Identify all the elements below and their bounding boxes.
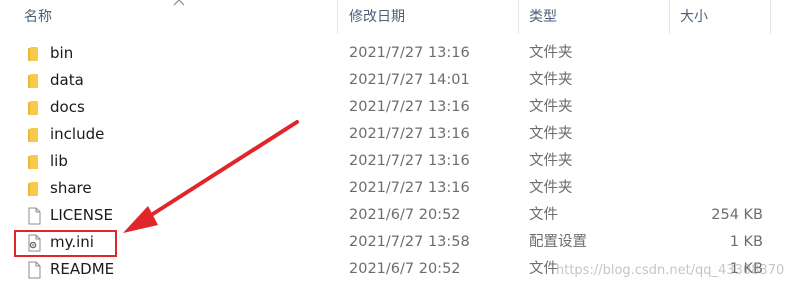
- watermark-text: https://blog.csdn.net/qq_43308370: [556, 263, 785, 278]
- file-row[interactable]: lib 2021/7/27 13:16 文件夹: [0, 148, 791, 175]
- file-date: 2021/7/27 13:16: [349, 180, 470, 196]
- file-name: docs: [50, 98, 85, 116]
- file-name: share: [50, 179, 92, 197]
- file-type: 配置设置: [529, 234, 587, 250]
- file-icon: [24, 206, 44, 226]
- file-row[interactable]: my.ini 2021/7/27 13:58 配置设置 1 KB: [0, 229, 791, 256]
- file-date: 2021/6/7 20:52: [349, 207, 461, 223]
- file-row[interactable]: share 2021/7/27 13:16 文件夹: [0, 175, 791, 202]
- file-type: 文件夹: [529, 45, 573, 61]
- file-date: 2021/7/27 13:16: [349, 126, 470, 142]
- file-size: [680, 175, 763, 202]
- file-size: [680, 121, 763, 148]
- file-date: 2021/7/27 13:58: [349, 234, 470, 250]
- folder-icon: [24, 71, 44, 91]
- column-header-date[interactable]: 修改日期: [349, 0, 405, 34]
- file-size: 254 KB: [711, 207, 763, 223]
- column-header-bar: 名称 修改日期 类型 大小: [0, 0, 791, 34]
- file-name: include: [50, 125, 105, 143]
- column-header-size[interactable]: 大小: [680, 0, 708, 34]
- file-size: [680, 67, 763, 94]
- file-name: bin: [50, 44, 74, 62]
- file-name: lib: [50, 152, 68, 170]
- file-date: 2021/7/27 14:01: [349, 72, 470, 88]
- file-row[interactable]: include 2021/7/27 13:16 文件夹: [0, 121, 791, 148]
- folder-icon: [24, 44, 44, 64]
- file-row[interactable]: LICENSE 2021/6/7 20:52 文件 254 KB: [0, 202, 791, 229]
- file-size: [680, 94, 763, 121]
- folder-icon: [24, 125, 44, 145]
- file-type: 文件夹: [529, 99, 573, 115]
- sort-ascending-icon[interactable]: [173, 0, 185, 10]
- file-date: 2021/6/7 20:52: [349, 261, 461, 277]
- folder-icon: [24, 98, 44, 118]
- file-type: 文件: [529, 261, 558, 277]
- highlight-box: [14, 230, 117, 257]
- column-divider[interactable]: [337, 0, 338, 34]
- file-type: 文件: [529, 207, 558, 223]
- file-size: [680, 148, 763, 175]
- column-divider[interactable]: [669, 0, 670, 34]
- column-divider[interactable]: [518, 0, 519, 34]
- file-type: 文件夹: [529, 180, 573, 196]
- file-date: 2021/7/27 13:16: [349, 153, 470, 169]
- file-row[interactable]: docs 2021/7/27 13:16 文件夹: [0, 94, 791, 121]
- column-header-type[interactable]: 类型: [529, 0, 557, 34]
- file-row[interactable]: data 2021/7/27 14:01 文件夹: [0, 67, 791, 94]
- file-size: 1 KB: [729, 234, 763, 250]
- file-name: LICENSE: [50, 206, 113, 224]
- file-name: data: [50, 71, 84, 89]
- folder-icon: [24, 152, 44, 172]
- file-type: 文件夹: [529, 153, 573, 169]
- file-row[interactable]: bin 2021/7/27 13:16 文件夹: [0, 40, 791, 67]
- column-header-name[interactable]: 名称: [24, 0, 52, 34]
- file-icon: [24, 260, 44, 280]
- file-type: 文件夹: [529, 72, 573, 88]
- folder-icon: [24, 179, 44, 199]
- file-date: 2021/7/27 13:16: [349, 45, 470, 61]
- file-type: 文件夹: [529, 126, 573, 142]
- file-size: [680, 40, 763, 67]
- column-divider[interactable]: [770, 0, 771, 34]
- file-date: 2021/7/27 13:16: [349, 99, 470, 115]
- file-name: README: [50, 260, 115, 278]
